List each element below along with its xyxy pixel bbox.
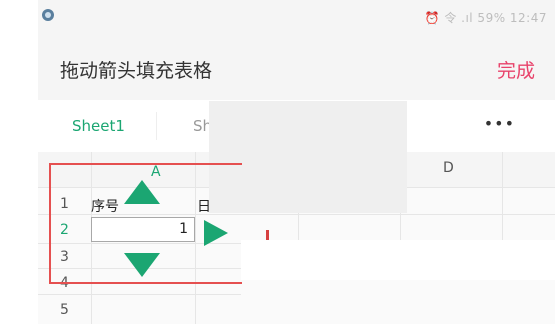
arrow-down-icon[interactable] xyxy=(124,253,160,277)
page-title: 拖动箭头填充表格 xyxy=(60,60,213,82)
tab-sheet1[interactable]: Sheet1 xyxy=(72,100,125,152)
column-header-d[interactable]: D xyxy=(443,160,454,176)
status-indicators: ⏰ 令 .ıl 59% 12:47 xyxy=(425,9,547,26)
arrow-right-icon[interactable] xyxy=(204,220,228,246)
app-icon xyxy=(42,9,54,21)
blank-area xyxy=(241,240,555,324)
more-icon[interactable]: ••• xyxy=(484,114,515,133)
row-number-5[interactable]: 5 xyxy=(60,302,69,318)
status-bar: ⏰ 令 .ıl 59% 12:47 xyxy=(38,0,555,36)
status-text: ⏰ 令 .ıl 59% 12:47 xyxy=(424,11,547,25)
arrow-up-icon[interactable] xyxy=(124,180,160,204)
header-bar: 拖动箭头填充表格 完成 xyxy=(38,36,555,100)
highlight-marker xyxy=(266,230,269,240)
tab-divider xyxy=(156,112,157,140)
done-button[interactable]: 完成 xyxy=(497,56,535,83)
